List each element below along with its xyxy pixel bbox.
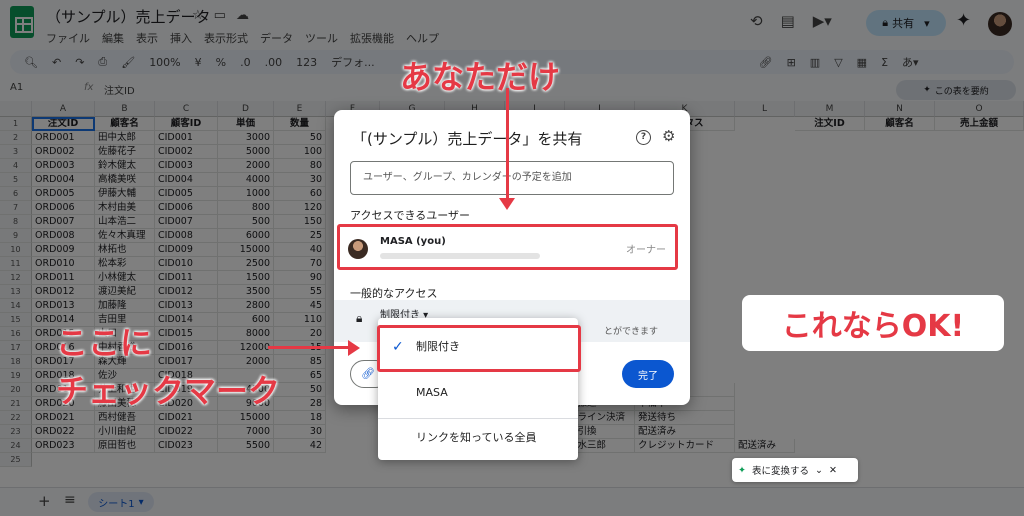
annotation-here: ここに bbox=[56, 324, 153, 362]
arrow-down-line bbox=[506, 88, 509, 200]
general-access-title: 一般的なアクセス bbox=[350, 287, 438, 300]
gear-icon[interactable]: ⚙ bbox=[662, 127, 675, 145]
sparkle-icon: ✦ bbox=[738, 464, 746, 476]
dialog-title: 「(サンプル）売上データ」を共有 bbox=[352, 130, 583, 148]
link-icon: 🔗︎ bbox=[361, 367, 375, 380]
arrow-down-head bbox=[499, 198, 515, 210]
convert-table-toast[interactable]: ✦ 表に変換する ⌄ ✕ bbox=[732, 458, 858, 482]
convert-label: 表に変換する bbox=[751, 466, 809, 477]
access-section-title: アクセスできるユーザー bbox=[350, 209, 471, 222]
add-people-input[interactable]: ユーザー、グループ、カレンダーの予定を追加 bbox=[350, 161, 674, 195]
option-masa[interactable]: MASA bbox=[378, 376, 578, 410]
restricted-highlight-box bbox=[377, 325, 581, 372]
annotation-checkmark: チェックマーク bbox=[56, 372, 281, 410]
access-hint: とができます bbox=[604, 327, 659, 337]
arrow-right-head bbox=[348, 340, 360, 356]
close-icon[interactable]: ✕ bbox=[829, 465, 837, 476]
option-anyone-with-link[interactable]: リンクを知っている全員 bbox=[378, 421, 578, 455]
chevron-down-icon[interactable]: ⌄ bbox=[815, 465, 823, 476]
divider bbox=[378, 418, 578, 419]
annotation-ok: これならOK! bbox=[742, 295, 1004, 351]
lock-icon: 🔒︎ bbox=[356, 311, 363, 325]
arrow-right-line bbox=[268, 346, 350, 349]
help-icon[interactable]: ? bbox=[636, 130, 651, 145]
done-button[interactable]: 完了 bbox=[622, 360, 674, 388]
access-highlight-box bbox=[337, 224, 678, 270]
annotation-only-you: あなただけ bbox=[400, 58, 561, 96]
